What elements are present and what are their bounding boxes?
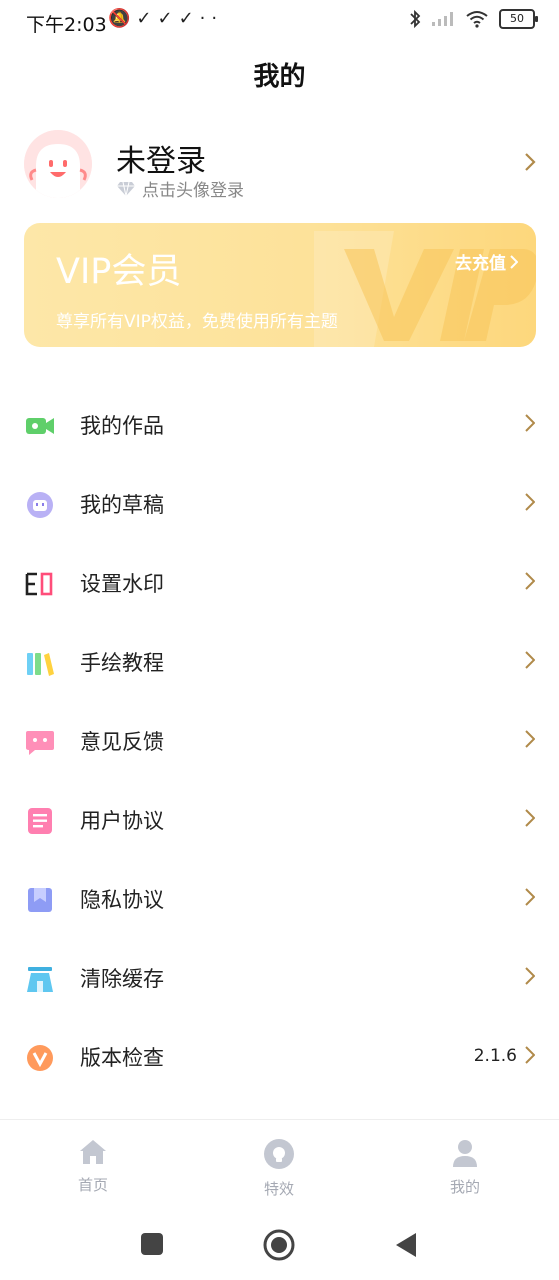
chevron-right-icon [525, 153, 536, 171]
home-button[interactable] [263, 1229, 295, 1261]
menu-label: 隐私协议 [80, 888, 164, 912]
effects-icon [264, 1139, 294, 1169]
profile-name: 未登录 [116, 144, 206, 179]
menu-item-version-check[interactable]: 版本检查 2.1.6 [0, 1018, 559, 1097]
vip-description: 尊享所有VIP权益，免费使用所有主题 [56, 312, 338, 332]
tab-effects[interactable]: 特效 [229, 1138, 329, 1199]
menu-label: 手绘教程 [80, 651, 164, 675]
chevron-right-icon [510, 254, 518, 269]
signal-icon [432, 12, 453, 26]
recents-button[interactable] [140, 1232, 164, 1256]
chevron-right-icon [525, 493, 535, 511]
privacy-icon [28, 888, 52, 912]
chevron-right-icon [525, 414, 535, 432]
battery-icon: 50 [499, 9, 538, 29]
menu-item-tutorial[interactable]: 手绘教程 [0, 623, 559, 702]
menu-label: 我的作品 [80, 414, 164, 438]
chevron-right-icon [525, 888, 535, 906]
wifi-icon [466, 11, 488, 28]
books-icon [27, 653, 54, 676]
chevron-right-icon [525, 651, 535, 669]
profile-icon [453, 1140, 477, 1167]
bluetooth-icon [410, 9, 421, 29]
tab-profile[interactable]: 我的 [415, 1138, 515, 1197]
profile-subtitle[interactable]: 点击头像登录 [116, 176, 244, 201]
tab-label: 我的 [449, 1178, 480, 1196]
recharge-label: 去充值 [455, 254, 506, 274]
menu-label: 意见反馈 [80, 730, 164, 754]
clear-cache-icon [27, 967, 53, 992]
draft-icon [27, 492, 53, 518]
chevron-right-icon [525, 809, 535, 827]
status-time: 下午2:03 [26, 14, 107, 36]
tab-home[interactable]: 首页 [43, 1138, 143, 1195]
video-icon [26, 418, 54, 434]
status-bar: 下午2:03 🔕✓✓✓·· 50 [0, 0, 559, 42]
status-icons-right: 50 [409, 9, 538, 29]
system-nav-bar [0, 1202, 559, 1280]
menu-item-user-agreement[interactable]: 用户协议 [0, 781, 559, 860]
tab-label: 特效 [263, 1180, 294, 1198]
menu-item-feedback[interactable]: 意见反馈 [0, 702, 559, 781]
vip-card[interactable]: VIP会员 尊享所有VIP权益，免费使用所有主题 去充值 [24, 223, 536, 347]
bottom-nav: 首页 特效 我的 [0, 1119, 559, 1202]
home-icon [80, 1140, 106, 1164]
menu-item-privacy[interactable]: 隐私协议 [0, 860, 559, 939]
chevron-right-icon [525, 1046, 535, 1064]
avatar-ghost-icon [24, 130, 92, 198]
version-icon [27, 1045, 53, 1071]
document-icon [28, 808, 52, 834]
login-hint: 点击头像登录 [142, 181, 244, 201]
menu-item-watermark[interactable]: 设置水印 [0, 544, 559, 623]
chevron-right-icon [525, 967, 535, 985]
profile-section[interactable]: 未登录 点击头像登录 [24, 130, 536, 201]
vip-title: VIP会员 [56, 252, 182, 292]
feedback-icon [26, 731, 54, 755]
diamond-icon [117, 181, 135, 196]
menu-label: 版本检查 [80, 1046, 164, 1070]
menu-label: 设置水印 [80, 572, 164, 596]
watermark-icon [25, 572, 53, 596]
avatar[interactable] [24, 130, 92, 198]
notification-icons: 🔕✓✓✓·· [108, 8, 224, 29]
menu-item-clear-cache[interactable]: 清除缓存 [0, 939, 559, 1018]
menu-label: 我的草稿 [80, 493, 164, 517]
recharge-button[interactable]: 去充值 [455, 249, 518, 274]
page-title: 我的 [253, 62, 306, 92]
tab-label: 首页 [77, 1176, 108, 1194]
menu-item-my-drafts[interactable]: 我的草稿 [0, 465, 559, 544]
chevron-right-icon [525, 572, 535, 590]
version-number: 2.1.6 [473, 1046, 517, 1066]
menu-label: 清除缓存 [80, 967, 164, 991]
menu-list: 我的作品 我的草稿 设置水印 手绘教程 意见反馈 用户协议 隐私协议 清除缓存 [0, 386, 559, 1097]
chevron-right-icon [525, 730, 535, 748]
menu-label: 用户协议 [80, 809, 164, 833]
back-button[interactable] [394, 1232, 418, 1258]
menu-item-my-works[interactable]: 我的作品 [0, 386, 559, 465]
